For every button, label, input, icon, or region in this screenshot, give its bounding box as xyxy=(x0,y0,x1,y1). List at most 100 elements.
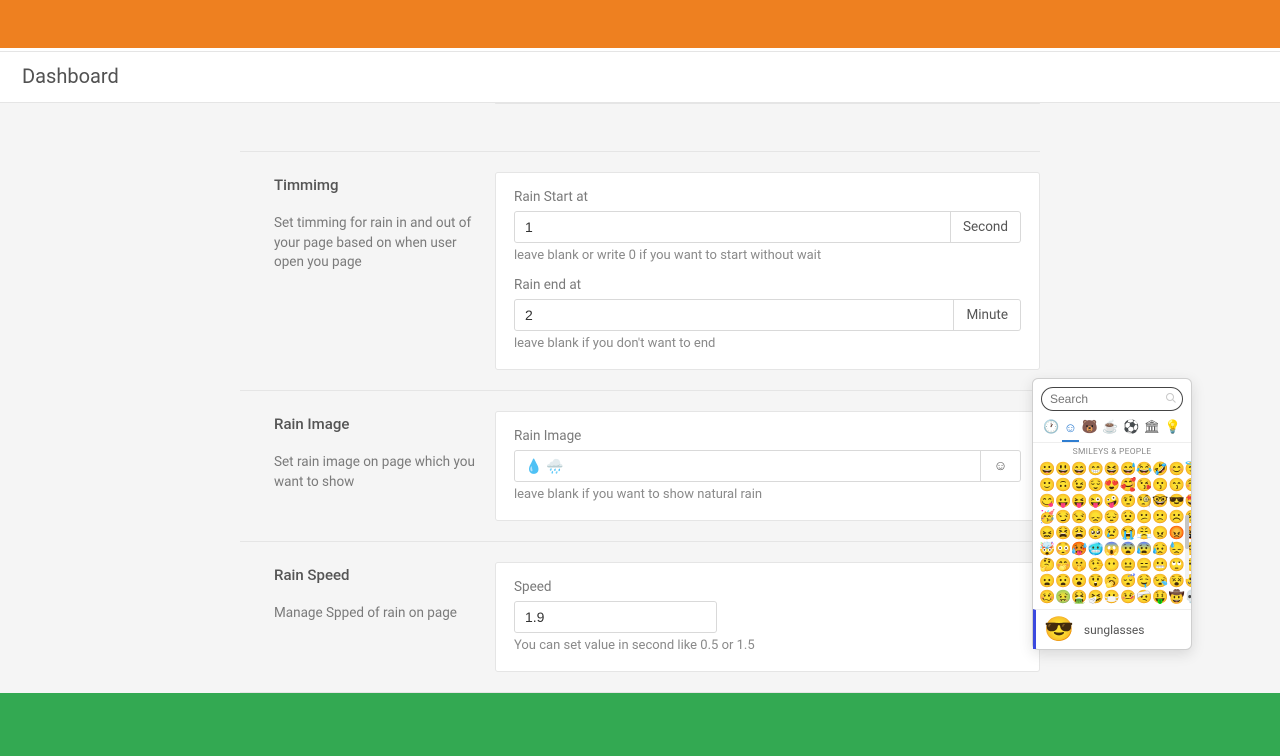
emoji-item[interactable]: 🤪 xyxy=(1104,493,1120,509)
emoji-item[interactable]: 😭 xyxy=(1120,525,1136,541)
emoji-item[interactable]: 🥳 xyxy=(1039,509,1055,525)
emoji-item[interactable]: 😱 xyxy=(1104,541,1120,557)
emoji-item[interactable]: 😏 xyxy=(1055,509,1071,525)
emoji-item[interactable]: 🤔 xyxy=(1039,557,1055,573)
emoji-item[interactable]: 😙 xyxy=(1169,477,1185,493)
emoji-item[interactable]: 😅 xyxy=(1120,461,1136,477)
emoji-item[interactable]: 😟 xyxy=(1120,509,1136,525)
emoji-item[interactable]: 🤧 xyxy=(1088,589,1104,605)
emoji-item[interactable]: 🤫 xyxy=(1071,557,1087,573)
emoji-item[interactable]: 😦 xyxy=(1039,573,1055,589)
emoji-item[interactable]: 😘 xyxy=(1136,477,1152,493)
emoji-item[interactable]: 🤨 xyxy=(1120,493,1136,509)
emoji-item[interactable]: 😕 xyxy=(1136,509,1152,525)
emoji-item[interactable]: 🤤 xyxy=(1136,573,1152,589)
emoji-item[interactable]: 😓 xyxy=(1169,541,1185,557)
emoji-item[interactable]: 😠 xyxy=(1152,525,1168,541)
emoji-item[interactable]: ☹️ xyxy=(1169,509,1185,525)
emoji-item[interactable]: 😗 xyxy=(1152,477,1168,493)
emoji-item[interactable]: 😂 xyxy=(1136,461,1152,477)
emoji-item[interactable]: 😵 xyxy=(1169,573,1185,589)
rain-start-input[interactable] xyxy=(514,211,951,243)
emoji-tab[interactable]: 💡 xyxy=(1163,417,1183,442)
emoji-item[interactable]: 😐 xyxy=(1120,557,1136,573)
emoji-item[interactable]: 😶 xyxy=(1104,557,1120,573)
emoji-search-input[interactable] xyxy=(1041,387,1183,411)
emoji-item[interactable]: 😍 xyxy=(1104,477,1120,493)
rain-image-hint: leave blank if you want to show natural … xyxy=(514,487,1021,502)
emoji-item[interactable]: 🥵 xyxy=(1071,541,1087,557)
emoji-item[interactable]: 😡 xyxy=(1169,525,1185,541)
emoji-item[interactable]: 🥴 xyxy=(1039,589,1055,605)
emoji-item[interactable]: 🙂 xyxy=(1039,477,1055,493)
emoji-item[interactable]: 😞 xyxy=(1088,509,1104,525)
emoji-item[interactable]: 💀 xyxy=(1185,589,1191,605)
emoji-item[interactable]: 😆 xyxy=(1104,461,1120,477)
emoji-item[interactable]: 😮 xyxy=(1071,573,1087,589)
emoji-item[interactable]: 😑 xyxy=(1136,557,1152,573)
emoji-item[interactable]: 😷 xyxy=(1104,589,1120,605)
emoji-item[interactable]: 🙄 xyxy=(1169,557,1185,573)
emoji-item[interactable]: 🥶 xyxy=(1088,541,1104,557)
emoji-item[interactable]: 😢 xyxy=(1104,525,1120,541)
emoji-item[interactable]: 😥 xyxy=(1152,541,1168,557)
emoji-item[interactable]: 😜 xyxy=(1088,493,1104,509)
emoji-item[interactable]: 😳 xyxy=(1055,541,1071,557)
emoji-item[interactable]: 🤕 xyxy=(1136,589,1152,605)
emoji-item[interactable]: 😎 xyxy=(1169,493,1185,509)
emoji-item[interactable]: 🥰 xyxy=(1120,477,1136,493)
emoji-item[interactable]: 😉 xyxy=(1071,477,1087,493)
emoji-item[interactable]: 🤣 xyxy=(1152,461,1168,477)
emoji-item[interactable]: 😰 xyxy=(1136,541,1152,557)
emoji-item[interactable]: 😋 xyxy=(1039,493,1055,509)
rain-image-input[interactable] xyxy=(514,450,981,482)
emoji-item[interactable]: 😤 xyxy=(1136,525,1152,541)
emoji-item[interactable]: 🧐 xyxy=(1136,493,1152,509)
emoji-item[interactable]: 😩 xyxy=(1071,525,1087,541)
rain-end-input[interactable] xyxy=(514,299,954,331)
emoji-item[interactable]: 😄 xyxy=(1071,461,1087,477)
emoji-item[interactable]: 😧 xyxy=(1055,573,1071,589)
emoji-tab[interactable]: 🐻 xyxy=(1080,417,1100,442)
emoji-item[interactable]: 😊 xyxy=(1169,461,1185,477)
emoji-item[interactable]: 😒 xyxy=(1071,509,1087,525)
emoji-item[interactable]: 🙃 xyxy=(1055,477,1071,493)
emoji-item[interactable]: 🤮 xyxy=(1071,589,1087,605)
emoji-item[interactable]: 😇 xyxy=(1185,461,1191,477)
emoji-item[interactable]: 🤥 xyxy=(1088,557,1104,573)
emoji-item[interactable]: 🤓 xyxy=(1152,493,1168,509)
emoji-item[interactable]: 😝 xyxy=(1071,493,1087,509)
emoji-item[interactable]: 🤢 xyxy=(1055,589,1071,605)
emoji-item[interactable]: 😲 xyxy=(1088,573,1104,589)
emoji-scrollbar[interactable] xyxy=(1185,515,1189,579)
emoji-item[interactable]: 🤠 xyxy=(1169,589,1185,605)
emoji-item[interactable]: 🤒 xyxy=(1120,589,1136,605)
emoji-tab[interactable]: ☺ xyxy=(1062,417,1079,442)
emoji-item[interactable]: 🤑 xyxy=(1152,589,1168,605)
emoji-item[interactable]: 😴 xyxy=(1120,573,1136,589)
emoji-tab[interactable]: 🏛 xyxy=(1142,417,1163,442)
emoji-item[interactable]: 😨 xyxy=(1120,541,1136,557)
emoji-tab[interactable]: ⚽ xyxy=(1121,417,1141,442)
emoji-item[interactable]: 😬 xyxy=(1152,557,1168,573)
emoji-tab[interactable]: 🕐 xyxy=(1041,417,1061,442)
emoji-item[interactable]: 😔 xyxy=(1104,509,1120,525)
emoji-item[interactable]: 😖 xyxy=(1039,525,1055,541)
emoji-item[interactable]: 😛 xyxy=(1055,493,1071,509)
emoji-item[interactable]: 😀 xyxy=(1039,461,1055,477)
emoji-item[interactable]: 🤭 xyxy=(1055,557,1071,573)
speed-input[interactable] xyxy=(514,601,717,633)
emoji-item[interactable]: 🤩 xyxy=(1185,493,1191,509)
emoji-item[interactable]: 😁 xyxy=(1088,461,1104,477)
emoji-item[interactable]: 🙁 xyxy=(1152,509,1168,525)
emoji-item[interactable]: 🥺 xyxy=(1088,525,1104,541)
emoji-picker-button[interactable]: ☺ xyxy=(981,450,1021,482)
emoji-item[interactable]: 😃 xyxy=(1055,461,1071,477)
emoji-item[interactable]: 🥱 xyxy=(1104,573,1120,589)
emoji-item[interactable]: 😫 xyxy=(1055,525,1071,541)
emoji-item[interactable]: 🤯 xyxy=(1039,541,1055,557)
emoji-item[interactable]: 😌 xyxy=(1088,477,1104,493)
emoji-tab[interactable]: ☕ xyxy=(1100,417,1120,442)
emoji-item[interactable]: 😚 xyxy=(1185,477,1191,493)
emoji-item[interactable]: 😪 xyxy=(1152,573,1168,589)
